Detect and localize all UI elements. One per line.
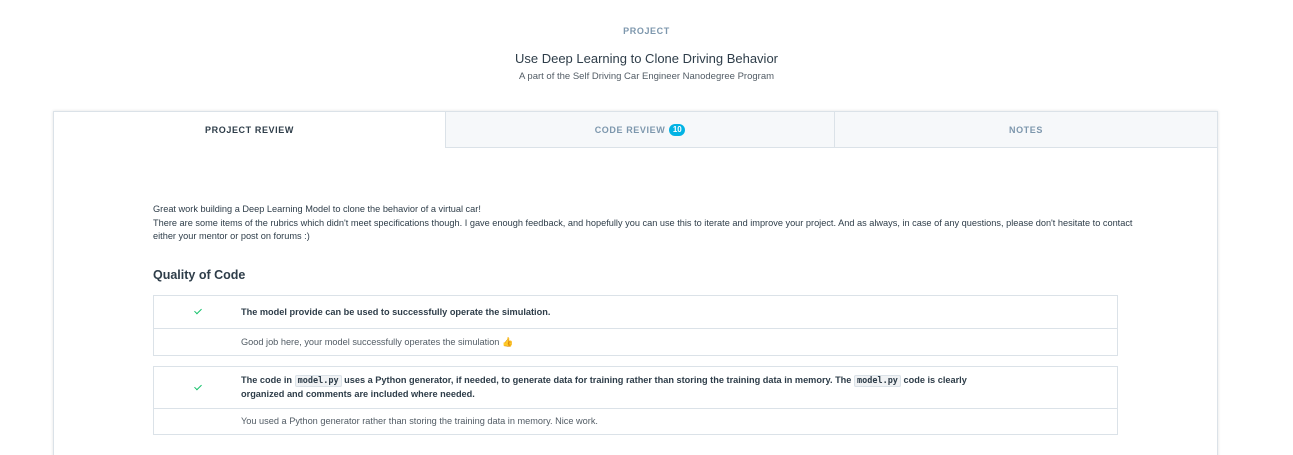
project-eyebrow: PROJECT <box>623 26 670 36</box>
check-icon <box>193 307 203 317</box>
tab-project-review-label: PROJECT REVIEW <box>205 124 294 135</box>
tab-code-review[interactable]: CODE REVIEW 10 <box>445 112 834 148</box>
spec-item: The model provide can be used to success… <box>153 295 1118 356</box>
review-card: PROJECT REVIEW CODE REVIEW 10 NOTES Grea… <box>53 111 1218 455</box>
tab-code-review-label: CODE REVIEW <box>594 124 666 135</box>
review-intro: Great work building a Deep Learning Mode… <box>153 203 1133 244</box>
check-icon <box>193 383 203 393</box>
spec-criterion: The code in model.py uses a Python gener… <box>241 374 967 401</box>
criterion-text-4: organized and comments are included wher… <box>241 389 475 399</box>
spec-feedback-row: You used a Python generator rather than … <box>154 408 1117 434</box>
project-subtitle: A part of the Self Driving Car Engineer … <box>518 71 775 82</box>
spec-feedback-row: Good job here, your model successfully o… <box>154 328 1117 355</box>
spec-criterion: The model provide can be used to success… <box>241 306 551 317</box>
criterion-text-2: uses a Python generator, if needed, to g… <box>344 375 852 385</box>
tab-notes[interactable]: NOTES <box>834 112 1217 148</box>
code-snippet: model.py <box>853 375 901 387</box>
spec-feedback-text: Good job here, your model successfully o… <box>241 336 500 347</box>
intro-line-2: There are some items of the rubrics whic… <box>153 217 1133 242</box>
spec-criterion-row: The model provide can be used to success… <box>154 296 1117 328</box>
spec-item: The code in model.py uses a Python gener… <box>153 366 1118 435</box>
tab-notes-label: NOTES <box>1008 124 1043 135</box>
section-title: Quality of Code <box>153 268 246 282</box>
code-review-count-badge: 10 <box>669 123 686 136</box>
tab-project-review[interactable]: PROJECT REVIEW <box>54 112 445 148</box>
review-tabs: PROJECT REVIEW CODE REVIEW 10 NOTES <box>54 112 1217 148</box>
spec-feedback: You used a Python generator rather than … <box>241 416 598 426</box>
criterion-text-3: code is clearly <box>903 375 967 385</box>
spec-criterion-row: The code in model.py uses a Python gener… <box>154 367 1117 408</box>
thumbs-up-icon: 👍 <box>501 336 514 347</box>
code-snippet: model.py <box>294 375 342 387</box>
project-title: Use Deep Learning to Clone Driving Behav… <box>514 51 779 66</box>
criterion-text-1: The code in <box>241 375 293 385</box>
spec-feedback: Good job here, your model successfully o… <box>241 336 513 349</box>
intro-line-1: Great work building a Deep Learning Mode… <box>153 204 481 214</box>
